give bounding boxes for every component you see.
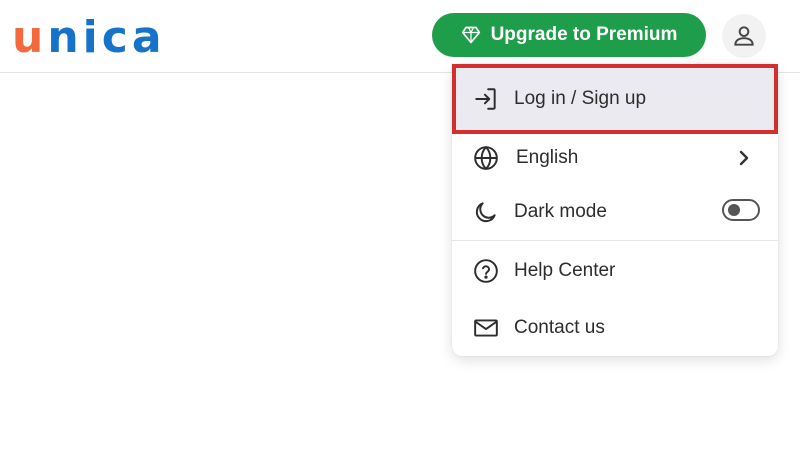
help-circle-icon [472, 257, 500, 285]
logo-letters: nica [47, 12, 166, 63]
mail-icon [472, 314, 500, 342]
page: u nica Upgrade to Premium Log in / Sign … [0, 0, 800, 450]
menu-divider [452, 240, 778, 241]
header: u nica Upgrade to Premium [0, 0, 800, 73]
menu-item-label: Log in / Sign up [514, 88, 647, 109]
dark-mode-toggle[interactable] [722, 199, 760, 221]
upgrade-premium-button[interactable]: Upgrade to Premium [432, 13, 706, 57]
diamond-icon [461, 26, 480, 44]
upgrade-premium-label: Upgrade to Premium [490, 24, 678, 45]
account-dropdown-menu: Log in / Sign up English Dark mode Help … [452, 64, 778, 356]
toggle-knob [728, 204, 740, 216]
chevron-right-icon [739, 150, 749, 166]
menu-item-contact-us[interactable]: Contact us [452, 300, 778, 356]
menu-item-help-center[interactable]: Help Center [452, 243, 778, 299]
menu-item-login-signup[interactable]: Log in / Sign up [452, 64, 778, 134]
unica-logo[interactable]: u nica [12, 10, 166, 60]
menu-item-label: Dark mode [514, 201, 607, 222]
logo-letter-u: u [12, 12, 48, 63]
menu-item-dark-mode[interactable]: Dark mode [452, 184, 778, 240]
moon-icon [472, 198, 500, 226]
menu-item-label: Help Center [514, 260, 616, 281]
menu-item-label: Contact us [514, 317, 605, 338]
globe-icon [472, 144, 500, 172]
login-icon [472, 85, 500, 113]
account-button[interactable] [722, 14, 766, 58]
menu-item-english[interactable]: English [452, 130, 778, 186]
menu-item-label: English [516, 147, 579, 168]
user-icon [734, 26, 754, 46]
